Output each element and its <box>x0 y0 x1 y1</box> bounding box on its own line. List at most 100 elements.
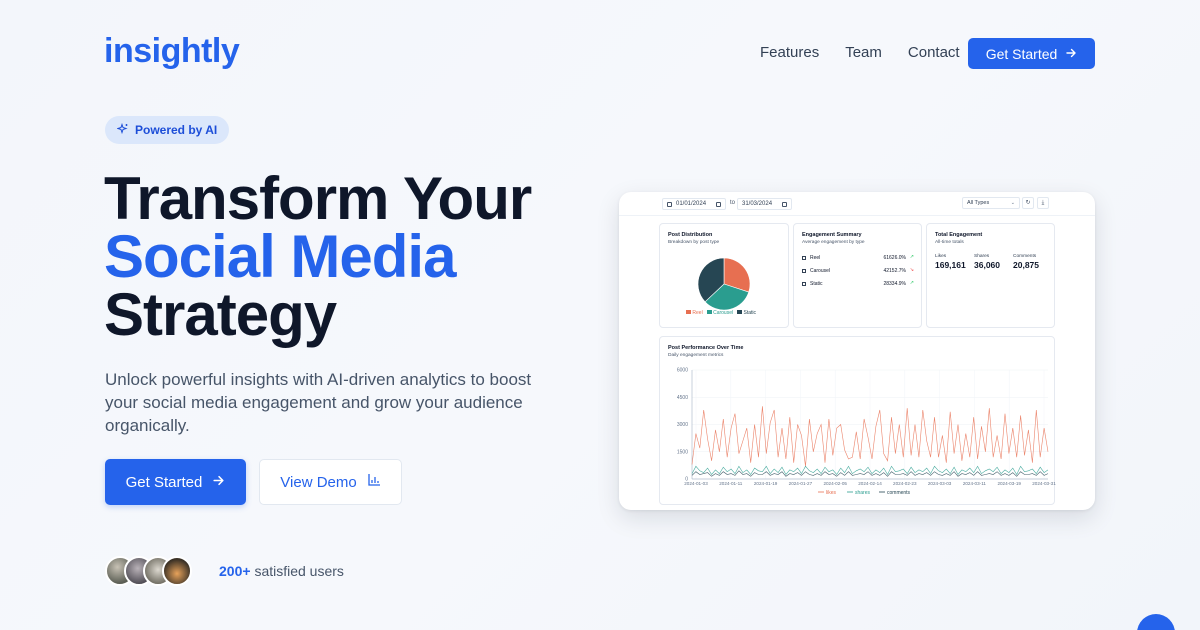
legend-item-reel: Reel <box>686 310 703 316</box>
images-icon <box>802 269 806 273</box>
stat-label: Shares <box>974 254 990 259</box>
scroll-top-button[interactable] <box>1137 614 1175 630</box>
x-tick-label: 2024-01-27 <box>789 481 813 486</box>
row-value: 61626.0% <box>883 255 906 261</box>
nav-get-started-label: Get Started <box>985 45 1058 62</box>
stat-label: Comments <box>1013 254 1037 259</box>
chevron-down-icon: ⌄ <box>1010 200 1015 206</box>
legend-item-carousel: Carousel <box>706 310 734 316</box>
x-tick-label: 2024-02-23 <box>893 481 917 486</box>
stat-comments: Comments 20,875 <box>1013 254 1039 270</box>
engagement-summary-card: Engagement Summary Average engagement by… <box>793 223 922 328</box>
post-type-select[interactable]: All Types ⌄ <box>962 197 1020 209</box>
users-label: satisfied users <box>254 563 344 579</box>
pie-legend: Reel Carousel Static <box>686 310 766 316</box>
legend-item-static: Static <box>737 310 756 316</box>
post-type-value: All Types <box>967 200 990 206</box>
hero-get-started-button[interactable]: Get Started <box>105 459 246 505</box>
refresh-icon[interactable]: ↻ <box>1022 197 1034 209</box>
x-tick-label: 2024-02-14 <box>858 481 882 486</box>
row-label: Static <box>810 281 823 287</box>
x-tick-label: 2024-01-11 <box>719 481 743 486</box>
x-tick-label: 2024-03-31 <box>1032 481 1056 486</box>
legend-label-likes: likes <box>826 490 837 496</box>
row-value: 28334.9% <box>883 281 906 287</box>
legend-label: Carousel <box>713 310 734 316</box>
stat-value: 36,060 <box>974 260 1000 270</box>
hero-title-line1: Transform Your <box>104 165 532 232</box>
calendar-icon <box>667 201 672 207</box>
hero-title: Transform Your Social Media Strategy <box>104 165 532 348</box>
view-demo-button[interactable]: View Demo <box>259 459 402 505</box>
x-tick-label: 2024-01-19 <box>754 481 778 486</box>
legend-label: Static <box>743 310 756 316</box>
ai-badge-label: Powered by AI <box>135 123 218 137</box>
nav-link-team[interactable]: Team <box>845 44 882 61</box>
legend-label-shares: shares <box>855 490 871 496</box>
row-value: 42152.7% <box>883 268 906 274</box>
card-title: Engagement Summary <box>802 232 862 238</box>
trend-down-icon: ↘ <box>909 267 914 273</box>
satisfied-users: 200+ satisfied users <box>219 563 344 579</box>
engagement-row-carousel: Carousel 42152.7% ↘ <box>802 267 914 276</box>
avatar <box>162 556 192 586</box>
top-nav: insightly Features Team Contact Get Star… <box>0 0 1200 105</box>
performance-card: Post Performance Over Time Daily engagem… <box>659 336 1056 505</box>
arrow-right-icon <box>212 474 225 491</box>
x-tick-label: 2024-02-05 <box>823 481 847 486</box>
date-to-label: to <box>730 200 736 206</box>
card-title: Total Engagement <box>935 232 983 238</box>
x-tick-label: 2024-03-19 <box>997 481 1021 486</box>
date-from-input[interactable]: 01/01/2024 <box>662 198 727 210</box>
trend-up-icon: ↗ <box>909 254 914 260</box>
row-label: Reel <box>810 255 821 261</box>
total-engagement-card: Total Engagement All-time totals Likes 1… <box>926 223 1055 328</box>
x-tick-label: 2024-03-03 <box>928 481 952 486</box>
stat-likes: Likes 169,161 <box>935 254 966 270</box>
hero-title-line2: Social Media <box>104 223 456 290</box>
view-demo-label: View Demo <box>280 473 357 491</box>
image-icon <box>802 282 806 286</box>
users-count: 200+ <box>219 563 251 579</box>
row-label: Carousel <box>810 268 831 274</box>
y-tick-label: 1500 <box>677 449 688 455</box>
y-tick-label: 3000 <box>677 422 688 428</box>
nav-link-contact[interactable]: Contact <box>908 44 960 61</box>
legend-label-comments: comments <box>887 490 911 496</box>
dashboard-toolbar: 01/01/2024 to 31/03/2024 All Types ⌄ ↻ ⤓ <box>619 192 1095 216</box>
download-icon[interactable]: ⤓ <box>1037 197 1049 209</box>
calendar-icon <box>782 201 788 207</box>
nav-links: Features Team Contact <box>760 44 960 61</box>
x-tick-label: 2024-03-11 <box>963 481 987 486</box>
nav-get-started-button[interactable]: Get Started <box>968 38 1095 69</box>
card-subtitle: Average engagement by type <box>802 240 865 245</box>
nav-link-features[interactable]: Features <box>760 44 819 61</box>
hero-title-line3: Strategy <box>104 281 337 348</box>
engagement-row-static: Static 28334.9% ↗ <box>802 280 914 289</box>
legend-label: Reel <box>692 310 703 316</box>
stat-value: 20,875 <box>1013 260 1039 270</box>
sparkles-icon <box>116 122 129 138</box>
ai-badge: Powered by AI <box>105 116 230 144</box>
date-to-value: 31/03/2024 <box>742 201 773 207</box>
user-avatars <box>105 556 205 586</box>
post-distribution-card: Post Distribution Breakdown by post type… <box>659 223 789 328</box>
trend-up-icon: ↗ <box>909 280 914 286</box>
calendar-icon <box>716 201 722 207</box>
hero-subtitle: Unlock powerful insights with AI-driven … <box>105 370 532 435</box>
stat-value: 169,161 <box>935 260 966 270</box>
y-tick-label: 4500 <box>677 395 688 401</box>
arrow-right-icon <box>1065 46 1077 62</box>
bar-chart-icon <box>367 473 381 491</box>
y-tick-label: 6000 <box>677 368 688 374</box>
dashboard-preview: 01/01/2024 to 31/03/2024 All Types ⌄ ↻ ⤓… <box>619 192 1095 510</box>
date-from-value: 01/01/2024 <box>676 201 707 207</box>
brand-logo[interactable]: insightly <box>104 32 240 71</box>
hero-get-started-label: Get Started <box>125 473 203 491</box>
engagement-row-reel: Reel 61626.0% ↗ <box>802 254 914 263</box>
film-icon <box>802 256 806 260</box>
x-tick-label: 2024-01-03 <box>684 481 708 486</box>
line-chart: 015003000450060002024-01-03 2024-01-11 202… <box>677 368 1056 496</box>
stat-shares: Shares 36,060 <box>974 254 1000 270</box>
date-to-input[interactable]: 31/03/2024 <box>737 198 793 210</box>
